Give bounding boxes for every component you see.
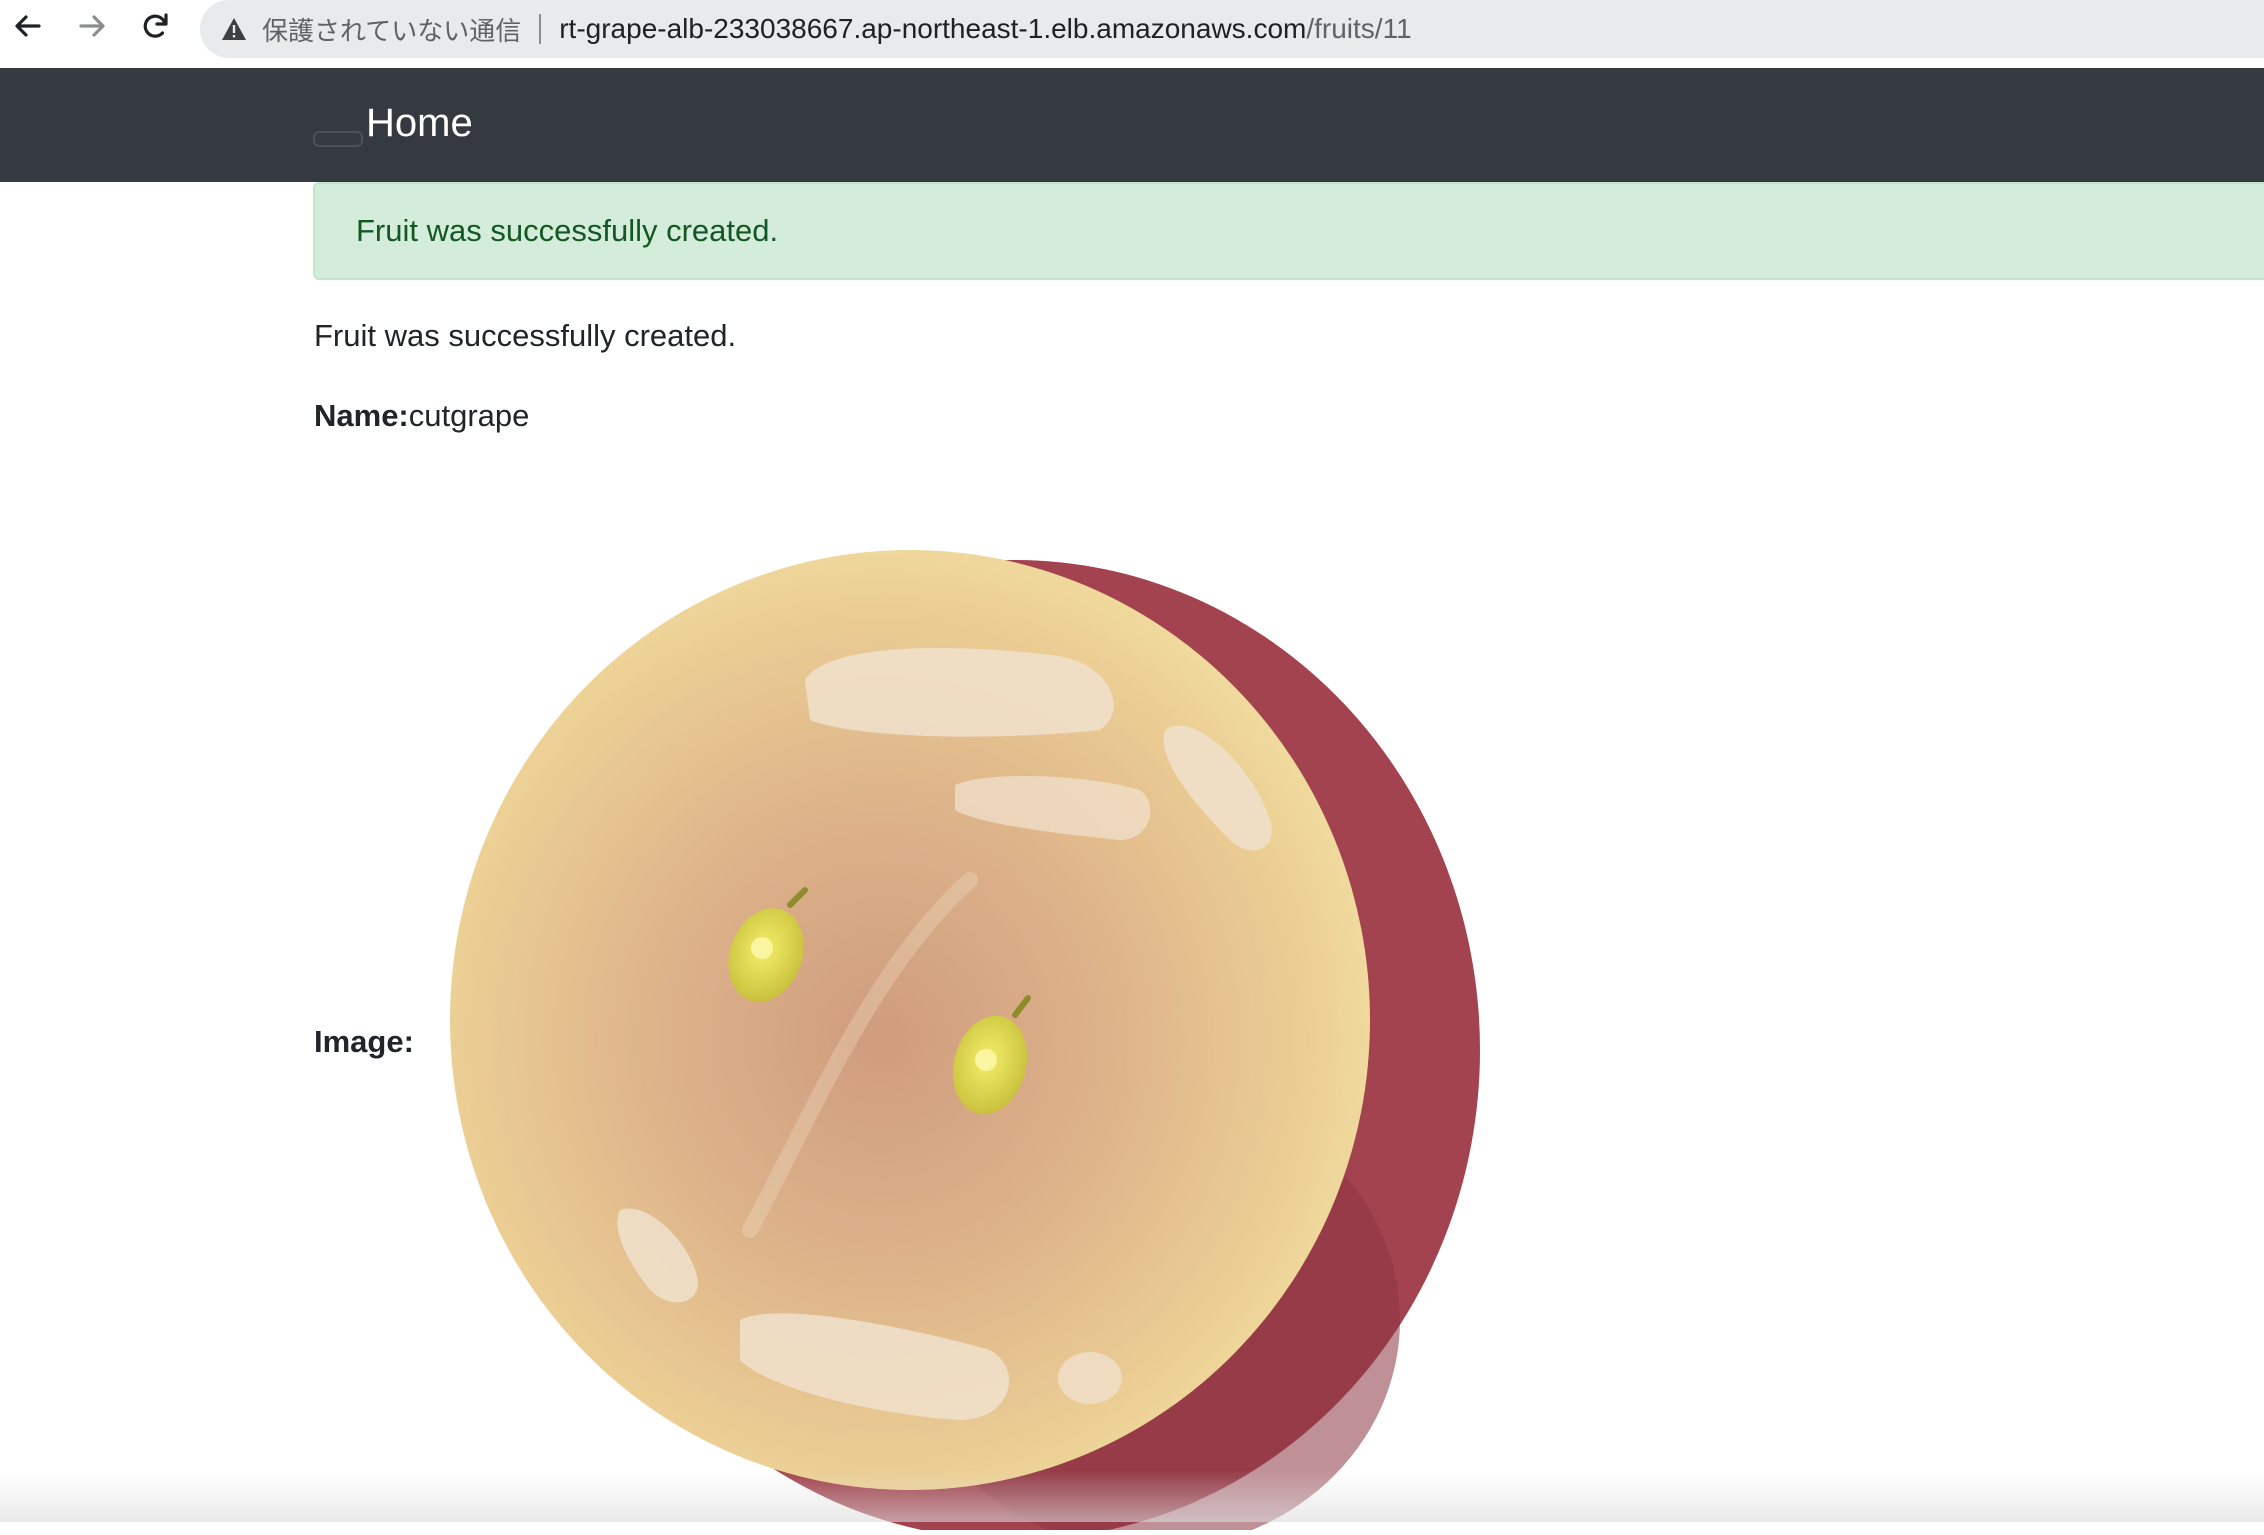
highlight (1058, 1352, 1122, 1404)
url-path: /fruits/11 (1306, 13, 1412, 44)
name-value: cutgrape (408, 398, 530, 433)
highlight (805, 647, 1114, 737)
address-bar[interactable]: 保護されていない通信 rt-grape-alb-233038667.ap-nor… (200, 0, 2264, 58)
name-label: Name: (314, 398, 409, 433)
reload-icon (143, 13, 168, 38)
url-text[interactable]: rt-grape-alb-233038667.ap-northeast-1.el… (559, 13, 1411, 45)
security-status-label[interactable]: 保護されていない通信 (262, 11, 521, 48)
cut-grape-illustration (450, 550, 1480, 1535)
back-button[interactable] (8, 6, 48, 46)
arrow-right-icon (79, 15, 105, 37)
success-alert: Fruit was successfully created. (313, 182, 2264, 280)
url-host: rt-grape-alb-233038667.ap-northeast-1.el… (559, 13, 1307, 44)
image-label: Image: (314, 1024, 414, 1059)
fruit-image (450, 520, 1520, 1535)
address-divider (539, 14, 542, 44)
navbar: Home (0, 68, 2264, 182)
notice-text: Fruit was successfully created. (314, 318, 737, 353)
reload-button[interactable] (136, 6, 176, 46)
navbar-toggler-button[interactable] (313, 131, 363, 147)
forward-button[interactable] (72, 6, 112, 46)
arrow-left-icon (15, 15, 41, 37)
window-bottom-shadow (0, 1470, 2264, 1522)
alert-message: Fruit was successfully created. (356, 213, 779, 248)
home-link[interactable]: Home (366, 100, 473, 146)
warning-triangle-icon[interactable] (220, 15, 248, 43)
browser-toolbar: 保護されていない通信 rt-grape-alb-233038667.ap-nor… (0, 0, 2264, 68)
name-field: Name:cutgrape (314, 398, 529, 434)
